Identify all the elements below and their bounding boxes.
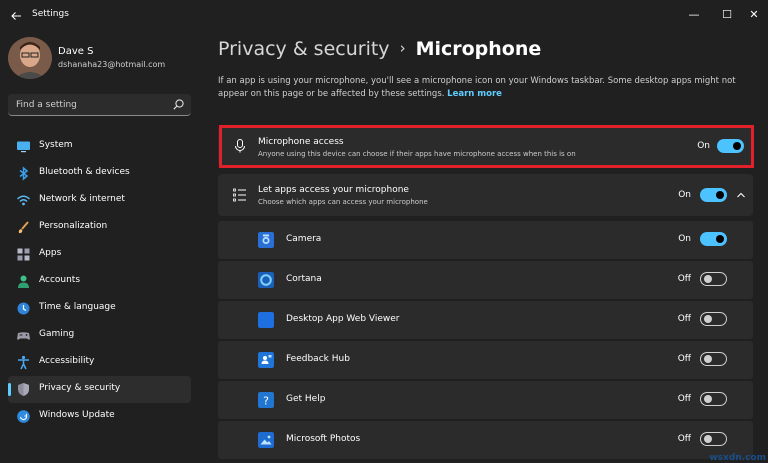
breadcrumb-parent-link[interactable]: Privacy & security: [218, 38, 390, 60]
sidebar-item-label: Privacy & security: [39, 383, 121, 393]
sidebar-item-label: Time & language: [39, 302, 116, 312]
app-state: Off: [677, 354, 691, 364]
app-name: Desktop App Web Viewer: [286, 314, 400, 324]
apps-access-subtitle: Choose which apps can access your microp…: [258, 198, 428, 206]
cortana-icon: [258, 272, 274, 288]
sidebar-item-label: Accounts: [39, 275, 81, 285]
update-icon: [17, 410, 30, 423]
app-toggle-desktop-app-web-viewer[interactable]: [700, 312, 727, 326]
monitor-icon: [17, 141, 30, 153]
sidebar-item-network[interactable]: Network & internet: [8, 187, 191, 214]
breadcrumb: Privacy & security › Microphone: [218, 38, 541, 60]
app-row-microsoft-photos: Microsoft Photos Off: [218, 421, 753, 459]
watermark: wsxdn.com: [709, 453, 766, 463]
minimize-icon: —: [688, 8, 700, 21]
svg-text:?: ?: [263, 395, 269, 408]
bluetooth-icon: [19, 166, 29, 181]
close-button[interactable]: ✕: [737, 2, 768, 28]
app-toggle-camera[interactable]: [700, 232, 727, 246]
page-title: Microphone: [415, 38, 542, 60]
avatar-photo-icon: [8, 37, 52, 79]
page-description: If an app is using your microphone, you'…: [218, 75, 738, 101]
sidebar-item-bluetooth[interactable]: Bluetooth & devices: [8, 160, 191, 187]
sidebar-item-gaming[interactable]: Gaming: [8, 322, 191, 349]
app-state: Off: [677, 274, 691, 284]
app-row-get-help: ? Get Help Off: [218, 381, 753, 419]
sidebar-item-system[interactable]: System: [8, 133, 191, 160]
app-state: Off: [677, 314, 691, 324]
title-bar: Settings — ☐ ✕: [0, 0, 768, 32]
app-toggle-cortana[interactable]: [700, 272, 727, 286]
app-state: Off: [677, 394, 691, 404]
sidebar-item-label: Windows Update: [39, 410, 115, 420]
list-icon: [233, 188, 246, 202]
globe-clock-icon: [17, 302, 30, 315]
learn-more-link[interactable]: Learn more: [447, 89, 502, 99]
camera-icon: [258, 232, 274, 248]
app-name: Camera: [286, 234, 322, 244]
maximize-icon: ☐: [722, 8, 732, 21]
app-toggle-feedback-hub[interactable]: [700, 352, 727, 366]
apps-access-title: Let apps access your microphone: [258, 185, 409, 195]
breadcrumb-separator-icon: ›: [399, 39, 406, 57]
minimize-button[interactable]: —: [677, 2, 711, 28]
profile-name: Dave S: [58, 46, 94, 57]
sidebar-item-personalization[interactable]: Personalization: [8, 214, 191, 241]
app-row-camera: Camera On: [218, 221, 753, 259]
sidebar-item-accessibility[interactable]: Accessibility: [8, 349, 191, 376]
sidebar-item-label: Gaming: [39, 329, 75, 339]
search-input[interactable]: [8, 94, 168, 115]
avatar[interactable]: [8, 37, 52, 79]
search-box[interactable]: [8, 94, 191, 116]
sidebar-nav: System Bluetooth & devices Network & int…: [8, 133, 191, 430]
highlight-box: [219, 125, 754, 168]
apps-access-state: On: [678, 190, 691, 200]
apps-access-card[interactable]: Let apps access your microphone Choose w…: [218, 174, 753, 216]
app-name: Microsoft Photos: [286, 434, 361, 444]
profile-email: dshanaha23@hotmail.com: [58, 60, 166, 69]
brush-icon: [18, 221, 29, 234]
app-name: Cortana: [286, 274, 322, 284]
sidebar-item-windows-update[interactable]: Windows Update: [8, 403, 191, 430]
sidebar-item-label: System: [39, 140, 73, 150]
shield-icon: [18, 383, 29, 396]
feedback-hub-icon: [258, 352, 274, 368]
apps-access-toggle[interactable]: [700, 188, 727, 202]
settings-window: Settings — ☐ ✕ Dave S dshanaha23@hotmail…: [0, 0, 768, 463]
back-button[interactable]: [6, 6, 26, 26]
app-toggle-microsoft-photos[interactable]: [700, 432, 727, 446]
app-name: Get Help: [286, 394, 326, 404]
sidebar-item-label: Apps: [39, 248, 62, 258]
sidebar-item-apps[interactable]: Apps: [8, 241, 191, 268]
gamepad-icon: [17, 332, 30, 340]
apps-icon: [17, 248, 30, 261]
close-icon: ✕: [749, 8, 759, 21]
web-viewer-icon: [258, 312, 274, 328]
app-row-desktop-app-web-viewer: Desktop App Web Viewer Off: [218, 301, 753, 339]
sidebar-item-label: Accessibility: [39, 356, 95, 366]
app-name: Feedback Hub: [286, 354, 350, 364]
app-row-cortana: Cortana Off: [218, 261, 753, 299]
app-toggle-get-help[interactable]: [700, 392, 727, 406]
arrow-left-icon: [11, 12, 21, 20]
app-state: On: [678, 234, 691, 244]
sidebar-item-label: Bluetooth & devices: [39, 167, 130, 177]
sidebar-item-time-language[interactable]: Time & language: [8, 295, 191, 322]
app-state: Off: [677, 434, 691, 444]
sidebar-item-label: Personalization: [39, 221, 108, 231]
sidebar-item-accounts[interactable]: Accounts: [8, 268, 191, 295]
chevron-up-icon[interactable]: [735, 189, 747, 201]
app-row-feedback-hub: Feedback Hub Off: [218, 341, 753, 379]
sidebar-item-label: Network & internet: [39, 194, 125, 204]
wifi-icon: [16, 195, 31, 206]
app-title: Settings: [32, 9, 69, 19]
sidebar-item-privacy-security[interactable]: Privacy & security: [8, 376, 191, 403]
photos-icon: [258, 432, 274, 448]
person-icon: [18, 275, 29, 288]
accessibility-icon: [18, 355, 29, 370]
search-icon[interactable]: [172, 98, 185, 111]
get-help-icon: ?: [258, 392, 274, 408]
